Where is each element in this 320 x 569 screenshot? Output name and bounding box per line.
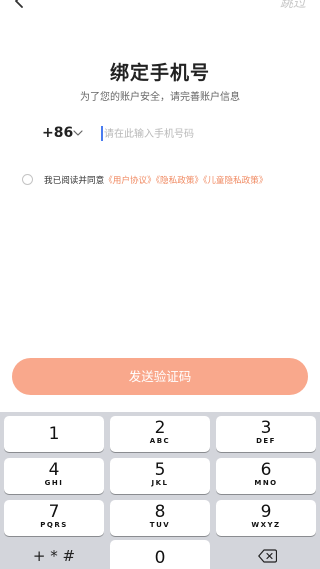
- key-letters: DEF: [256, 437, 276, 445]
- skip-button[interactable]: 跳过: [280, 0, 306, 11]
- key-letters: PQRS: [40, 521, 68, 529]
- text-cursor: [101, 126, 103, 141]
- key-number: 4: [48, 460, 60, 480]
- key-number: 7: [48, 502, 60, 522]
- key-6[interactable]: 6 MNO: [216, 458, 316, 494]
- agreement-row: 我已阅读并同意《用户协议》《隐私政策》《儿童隐私政策》: [22, 173, 312, 187]
- key-8[interactable]: 8 TUV: [110, 500, 210, 536]
- agreement-prefix: 我已阅读并同意: [44, 176, 105, 186]
- numeric-keyboard: 1 2 ABC 3 DEF 4 GHI 5 JKL 6 MNO 7 PQRS 8…: [0, 412, 320, 569]
- send-code-button[interactable]: 发送验证码: [12, 358, 308, 395]
- children-privacy-policy-link[interactable]: 《儿童隐私政策》: [203, 176, 267, 186]
- key-number: 8: [154, 502, 166, 522]
- phone-number-input[interactable]: [104, 125, 274, 143]
- phone-input-row: +86: [40, 124, 280, 144]
- chevron-down-icon[interactable]: [73, 128, 83, 138]
- key-letters: GHI: [44, 479, 64, 487]
- key-number: 3: [260, 418, 272, 438]
- key-number: 2: [154, 418, 166, 438]
- key-symbols[interactable]: + * #: [4, 538, 104, 569]
- key-number: 9: [260, 502, 272, 522]
- agreement-text: 我已阅读并同意《用户协议》《隐私政策》《儿童隐私政策》: [44, 174, 267, 186]
- user-agreement-link[interactable]: 《用户协议》: [104, 176, 156, 186]
- key-letters: JKL: [151, 479, 169, 487]
- key-5[interactable]: 5 JKL: [110, 458, 210, 494]
- key-number: 6: [260, 460, 272, 480]
- key-letters: MNO: [254, 479, 278, 487]
- agreement-checkbox[interactable]: [22, 174, 33, 185]
- back-button[interactable]: [12, 0, 32, 14]
- key-4[interactable]: 4 GHI: [4, 458, 104, 494]
- key-0[interactable]: 0: [110, 540, 210, 569]
- backspace-key[interactable]: [216, 538, 316, 569]
- key-letters: WXYZ: [251, 521, 281, 529]
- page-title: 绑定手机号: [109, 62, 210, 84]
- key-number: 5: [154, 460, 166, 480]
- chevron-left-icon: [15, 0, 23, 8]
- key-2[interactable]: 2 ABC: [110, 416, 210, 452]
- key-9[interactable]: 9 WXYZ: [216, 500, 316, 536]
- country-code-selector[interactable]: +86: [42, 125, 73, 141]
- privacy-policy-link[interactable]: 《隐私政策》: [156, 176, 203, 186]
- key-number: 0: [154, 548, 166, 568]
- backspace-icon: [258, 549, 277, 563]
- key-letters: TUV: [149, 521, 171, 529]
- key-7[interactable]: 7 PQRS: [4, 500, 104, 536]
- page-subtitle: 为了您的账户安全，请完善账户信息: [80, 92, 240, 103]
- key-1[interactable]: 1: [4, 416, 104, 452]
- top-bar: 跳过: [0, 0, 320, 14]
- key-3[interactable]: 3 DEF: [216, 416, 316, 452]
- key-letters: ABC: [149, 437, 171, 445]
- key-number: 1: [48, 424, 60, 444]
